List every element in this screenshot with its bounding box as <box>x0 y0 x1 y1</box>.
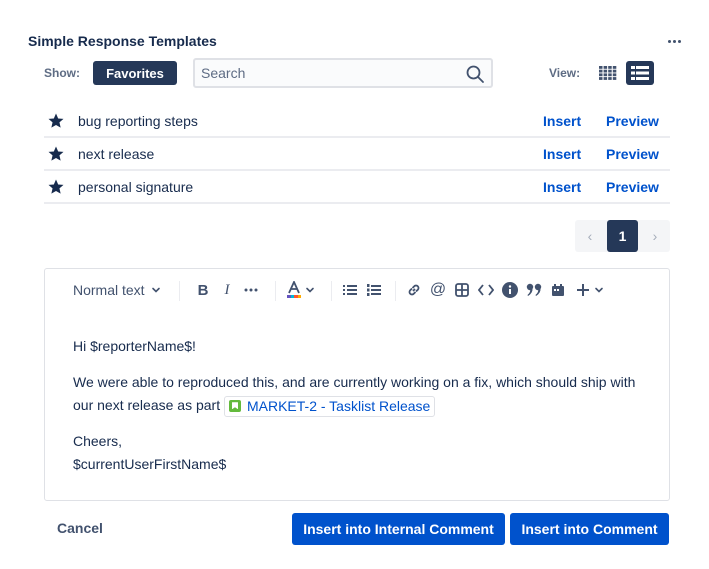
template-row: personal signature Insert Preview <box>44 171 670 204</box>
insert-link[interactable]: Insert <box>543 179 581 195</box>
list-icon <box>631 66 649 80</box>
prev-page-button[interactable]: ‹ <box>575 220 605 252</box>
search-box <box>193 58 493 88</box>
link-icon <box>408 284 420 296</box>
search-input[interactable] <box>201 63 461 83</box>
greeting-paragraph: Hi $reporterName$! <box>73 338 196 354</box>
favorites-filter-button[interactable]: Favorites <box>93 61 177 85</box>
toolbar-divider <box>331 281 332 301</box>
signoff-text: Cheers, <box>73 433 123 449</box>
template-name: bug reporting steps <box>78 112 198 129</box>
insert-link[interactable]: Insert <box>543 113 581 129</box>
toolbar-divider <box>179 281 180 301</box>
more-formatting-button[interactable] <box>241 277 261 303</box>
text-color-button[interactable] <box>285 277 317 303</box>
numbered-list-icon <box>367 284 381 296</box>
preview-link[interactable]: Preview <box>606 179 659 195</box>
star-icon[interactable] <box>47 112 65 130</box>
toolbar-divider <box>395 281 396 301</box>
table-icon <box>455 283 469 297</box>
signature-text: $currentUserFirstName$ <box>73 456 227 472</box>
search-icon[interactable] <box>465 64 485 84</box>
template-row: bug reporting steps Insert Preview <box>44 105 670 138</box>
template-row: next release Insert Preview <box>44 138 670 171</box>
insert-more-button[interactable] <box>573 277 607 303</box>
toolbar-divider <box>275 281 276 301</box>
story-icon <box>228 400 241 413</box>
preview-link[interactable]: Preview <box>606 113 659 129</box>
editor-toolbar: Normal text B I @ <box>45 277 669 303</box>
body-paragraph: We were able to reproduced this, and are… <box>73 371 653 417</box>
next-page-button[interactable]: › <box>640 220 670 252</box>
text-style-label: Normal text <box>73 282 145 298</box>
preview-link[interactable]: Preview <box>606 146 659 162</box>
grid-icon <box>599 66 617 80</box>
show-label: Show: <box>44 66 80 80</box>
star-icon[interactable] <box>47 178 65 196</box>
page-button-current[interactable]: 1 <box>607 220 638 252</box>
code-icon <box>478 284 494 296</box>
bullet-list-button[interactable] <box>341 277 359 303</box>
cancel-button[interactable]: Cancel <box>57 520 103 536</box>
template-name: personal signature <box>78 178 194 195</box>
editor-content[interactable]: Hi $reporterName$! We were able to repro… <box>73 335 653 476</box>
ellipsis-icon <box>244 288 258 292</box>
plus-icon <box>577 284 589 296</box>
issue-link[interactable]: MARKET-2 - Tasklist Release <box>223 395 436 417</box>
text-color-icon <box>287 281 301 298</box>
code-button[interactable] <box>477 277 495 303</box>
chevron-down-icon <box>306 287 314 293</box>
template-editor[interactable]: Normal text B I @ Hi $reporterName$! We … <box>44 268 670 501</box>
issue-link-label: MARKET-2 - Tasklist Release <box>246 398 431 415</box>
template-name: next release <box>78 145 155 162</box>
bold-icon: B <box>197 281 209 299</box>
view-label: View: <box>549 66 581 80</box>
ellipsis-icon <box>667 39 671 43</box>
calendar-icon <box>552 284 564 296</box>
grid-view-button[interactable] <box>596 61 620 85</box>
mention-icon: @ <box>429 281 447 298</box>
numbered-list-button[interactable] <box>365 277 383 303</box>
bold-button[interactable]: B <box>194 277 212 303</box>
link-button[interactable] <box>405 277 423 303</box>
more-options-button[interactable] <box>664 33 684 49</box>
star-icon[interactable] <box>47 145 65 163</box>
pagination: ‹ 1 › <box>575 220 670 252</box>
panel-title: Simple Response Templates <box>28 33 217 49</box>
insert-internal-comment-button[interactable]: Insert into Internal Comment <box>292 513 505 545</box>
quote-icon <box>526 283 542 296</box>
italic-button[interactable]: I <box>218 277 236 303</box>
date-button[interactable] <box>549 277 567 303</box>
insert-comment-button[interactable]: Insert into Comment <box>510 513 669 545</box>
chevron-down-icon <box>595 287 603 293</box>
template-list: bug reporting steps Insert Preview next … <box>44 105 670 204</box>
ellipsis-dot <box>677 39 681 43</box>
mention-button[interactable]: @ <box>429 277 447 303</box>
info-icon <box>502 282 518 298</box>
signoff-paragraph: Cheers, $currentUserFirstName$ <box>73 430 653 476</box>
table-button[interactable] <box>453 277 471 303</box>
info-panel-button[interactable] <box>501 277 519 303</box>
ellipsis-dot <box>672 39 676 43</box>
text-style-dropdown[interactable]: Normal text <box>73 277 161 303</box>
list-view-button[interactable] <box>626 61 654 85</box>
quote-button[interactable] <box>525 277 543 303</box>
insert-link[interactable]: Insert <box>543 146 581 162</box>
bullet-list-icon <box>343 285 357 295</box>
italic-icon: I <box>224 281 230 298</box>
chevron-down-icon <box>151 287 160 293</box>
